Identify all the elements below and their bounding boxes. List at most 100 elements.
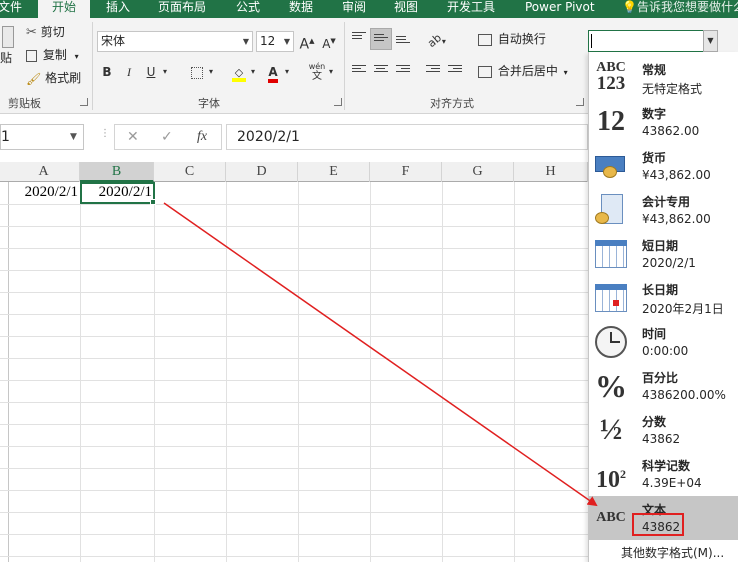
gridline [0, 402, 588, 403]
font-size-combo[interactable]: 12 ▼ [256, 31, 294, 52]
italic-button[interactable]: I [118, 62, 140, 82]
gridline [0, 226, 588, 227]
tab-power-pivot[interactable]: Power Pivot [525, 0, 595, 18]
align-center-icon[interactable] [374, 65, 388, 75]
cell-a1[interactable]: 2020/2/1 [8, 182, 80, 202]
tab-file[interactable]: 文件 [0, 0, 22, 18]
tell-me-box[interactable]: 💡告诉我您想要做什么 [622, 0, 738, 14]
font-color-dropdown-icon[interactable]: ▾ [282, 62, 292, 82]
tab-view[interactable]: 视图 [394, 0, 418, 18]
column-header-b[interactable]: B [80, 162, 154, 182]
fill-color-button[interactable]: ◇ [228, 62, 250, 82]
fraction-icon: ½ [599, 413, 623, 446]
phonetic-icon: 文 [312, 71, 322, 82]
gridline [154, 182, 155, 562]
column-header-a[interactable]: A [8, 162, 80, 182]
format-item-fraction[interactable]: ½ 分数 43862 [589, 408, 738, 452]
format-item-scientific[interactable]: 102 科学记数 4.39E+04 [589, 452, 738, 496]
tab-developer[interactable]: 开发工具 [447, 0, 495, 18]
underline-button[interactable]: U [140, 62, 162, 82]
fill-color-dropdown-icon[interactable]: ▾ [248, 62, 258, 82]
align-middle-icon [374, 34, 388, 44]
align-bottom-icon[interactable] [396, 36, 410, 46]
chevron-down-icon[interactable]: ▼ [70, 124, 77, 150]
gridline [0, 446, 588, 447]
gridline [0, 314, 588, 315]
column-header-f[interactable]: F [370, 162, 442, 182]
divider [92, 22, 93, 110]
column-header-g[interactable]: G [442, 162, 514, 182]
number-format-combo[interactable] [588, 30, 718, 52]
gridline [0, 248, 588, 249]
phonetic-dropdown-icon[interactable]: ▾ [326, 62, 336, 82]
bold-button[interactable]: B [96, 62, 118, 82]
formula-input[interactable]: 2020/2/1 [226, 124, 588, 150]
tab-page-layout[interactable]: 页面布局 [158, 0, 206, 18]
formula-bar: 1 ▼ ⋮ ✕ ✓ fx 2020/2/1 [0, 114, 588, 162]
align-right-icon[interactable] [396, 65, 410, 75]
format-item-percentage[interactable]: % 百分比 4386200.00% [589, 364, 738, 408]
chevron-down-icon: ▼ [242, 37, 250, 46]
align-left-icon[interactable] [352, 65, 366, 75]
underline-dropdown-icon[interactable]: ▾ [160, 62, 170, 82]
chevron-down-icon: ▾ [563, 68, 568, 77]
align-middle-button[interactable] [370, 28, 392, 50]
copy-button[interactable]: 复制 ▾ [26, 45, 79, 65]
grow-font-button[interactable]: A▲ [296, 31, 318, 53]
percent-icon: % [595, 368, 627, 404]
merge-center-button[interactable]: 合并后居中 ▾ [478, 61, 568, 81]
gridline [0, 380, 588, 381]
font-color-button[interactable]: A [262, 62, 284, 83]
font-launcher-icon[interactable] [334, 98, 342, 106]
format-item-long-date[interactable]: 长日期 2020年2月1日 [589, 276, 738, 320]
column-header-row: A B C D E F G H [0, 162, 588, 182]
font-name-combo[interactable]: 宋体 ▼ [97, 31, 253, 52]
format-item-general[interactable]: ABC 123 常规 无特定格式 [589, 56, 738, 100]
align-top-icon[interactable] [352, 32, 366, 42]
format-item-number[interactable]: 12 数字 43862.00 [589, 100, 738, 144]
column-header-e[interactable]: E [298, 162, 370, 182]
column-header-d[interactable]: D [226, 162, 298, 182]
tab-review[interactable]: 审阅 [342, 0, 366, 18]
enter-icon[interactable]: ✓ [161, 125, 173, 149]
wrap-text-button[interactable]: 自动换行 [478, 29, 546, 49]
tab-home[interactable]: 开始 [38, 0, 90, 18]
cancel-icon[interactable]: ✕ [127, 125, 139, 149]
format-item-time[interactable]: 时间 0:00:00 [589, 320, 738, 364]
annotation-highlight-box [632, 513, 684, 536]
border-icon [191, 66, 203, 79]
increase-indent-icon[interactable] [448, 65, 462, 75]
column-header-h[interactable]: H [514, 162, 588, 182]
border-button[interactable] [186, 62, 208, 82]
shrink-font-button[interactable]: A▼ [318, 31, 340, 51]
tab-data[interactable]: 数据 [289, 0, 313, 18]
gridline [0, 424, 588, 425]
tab-insert[interactable]: 插入 [106, 0, 130, 18]
column-header-c[interactable]: C [154, 162, 226, 182]
orientation-button[interactable]: ab▾ [425, 30, 448, 50]
border-dropdown-icon[interactable]: ▾ [206, 62, 216, 82]
gridline [80, 182, 81, 562]
decrease-indent-icon[interactable] [426, 65, 440, 75]
fill-handle[interactable] [150, 199, 156, 205]
formula-buttons: ✕ ✓ fx [114, 124, 222, 150]
format-painter-button[interactable]: 🖌 格式刷 [26, 68, 81, 88]
format-item-short-date[interactable]: 短日期 2020/2/1 [589, 232, 738, 276]
clock-icon [593, 324, 629, 360]
alignment-launcher-icon[interactable] [576, 98, 584, 106]
tab-formulas[interactable]: 公式 [236, 0, 260, 18]
format-item-currency[interactable]: 货币 ¥43,862.00 [589, 144, 738, 188]
divider [344, 22, 345, 110]
paste-button[interactable]: 贴 [0, 48, 12, 68]
gridline [0, 490, 588, 491]
clipboard-launcher-icon[interactable] [80, 98, 88, 106]
short-date-calendar-icon [593, 236, 629, 272]
worksheet-grid[interactable]: A B C D E F G H 2020/2/1 2020/2/1 [0, 162, 588, 562]
format-item-accounting[interactable]: 会计专用 ¥43,862.00 [589, 188, 738, 232]
insert-function-icon[interactable]: fx [197, 125, 207, 149]
more-number-formats-link[interactable]: 其他数字格式(M)... [621, 544, 724, 561]
chevron-down-icon[interactable]: ▼ [703, 30, 718, 52]
cut-button[interactable]: ✂ 剪切 [26, 22, 65, 42]
gridline [0, 512, 588, 513]
phonetic-button[interactable]: wén 文 [306, 62, 328, 82]
